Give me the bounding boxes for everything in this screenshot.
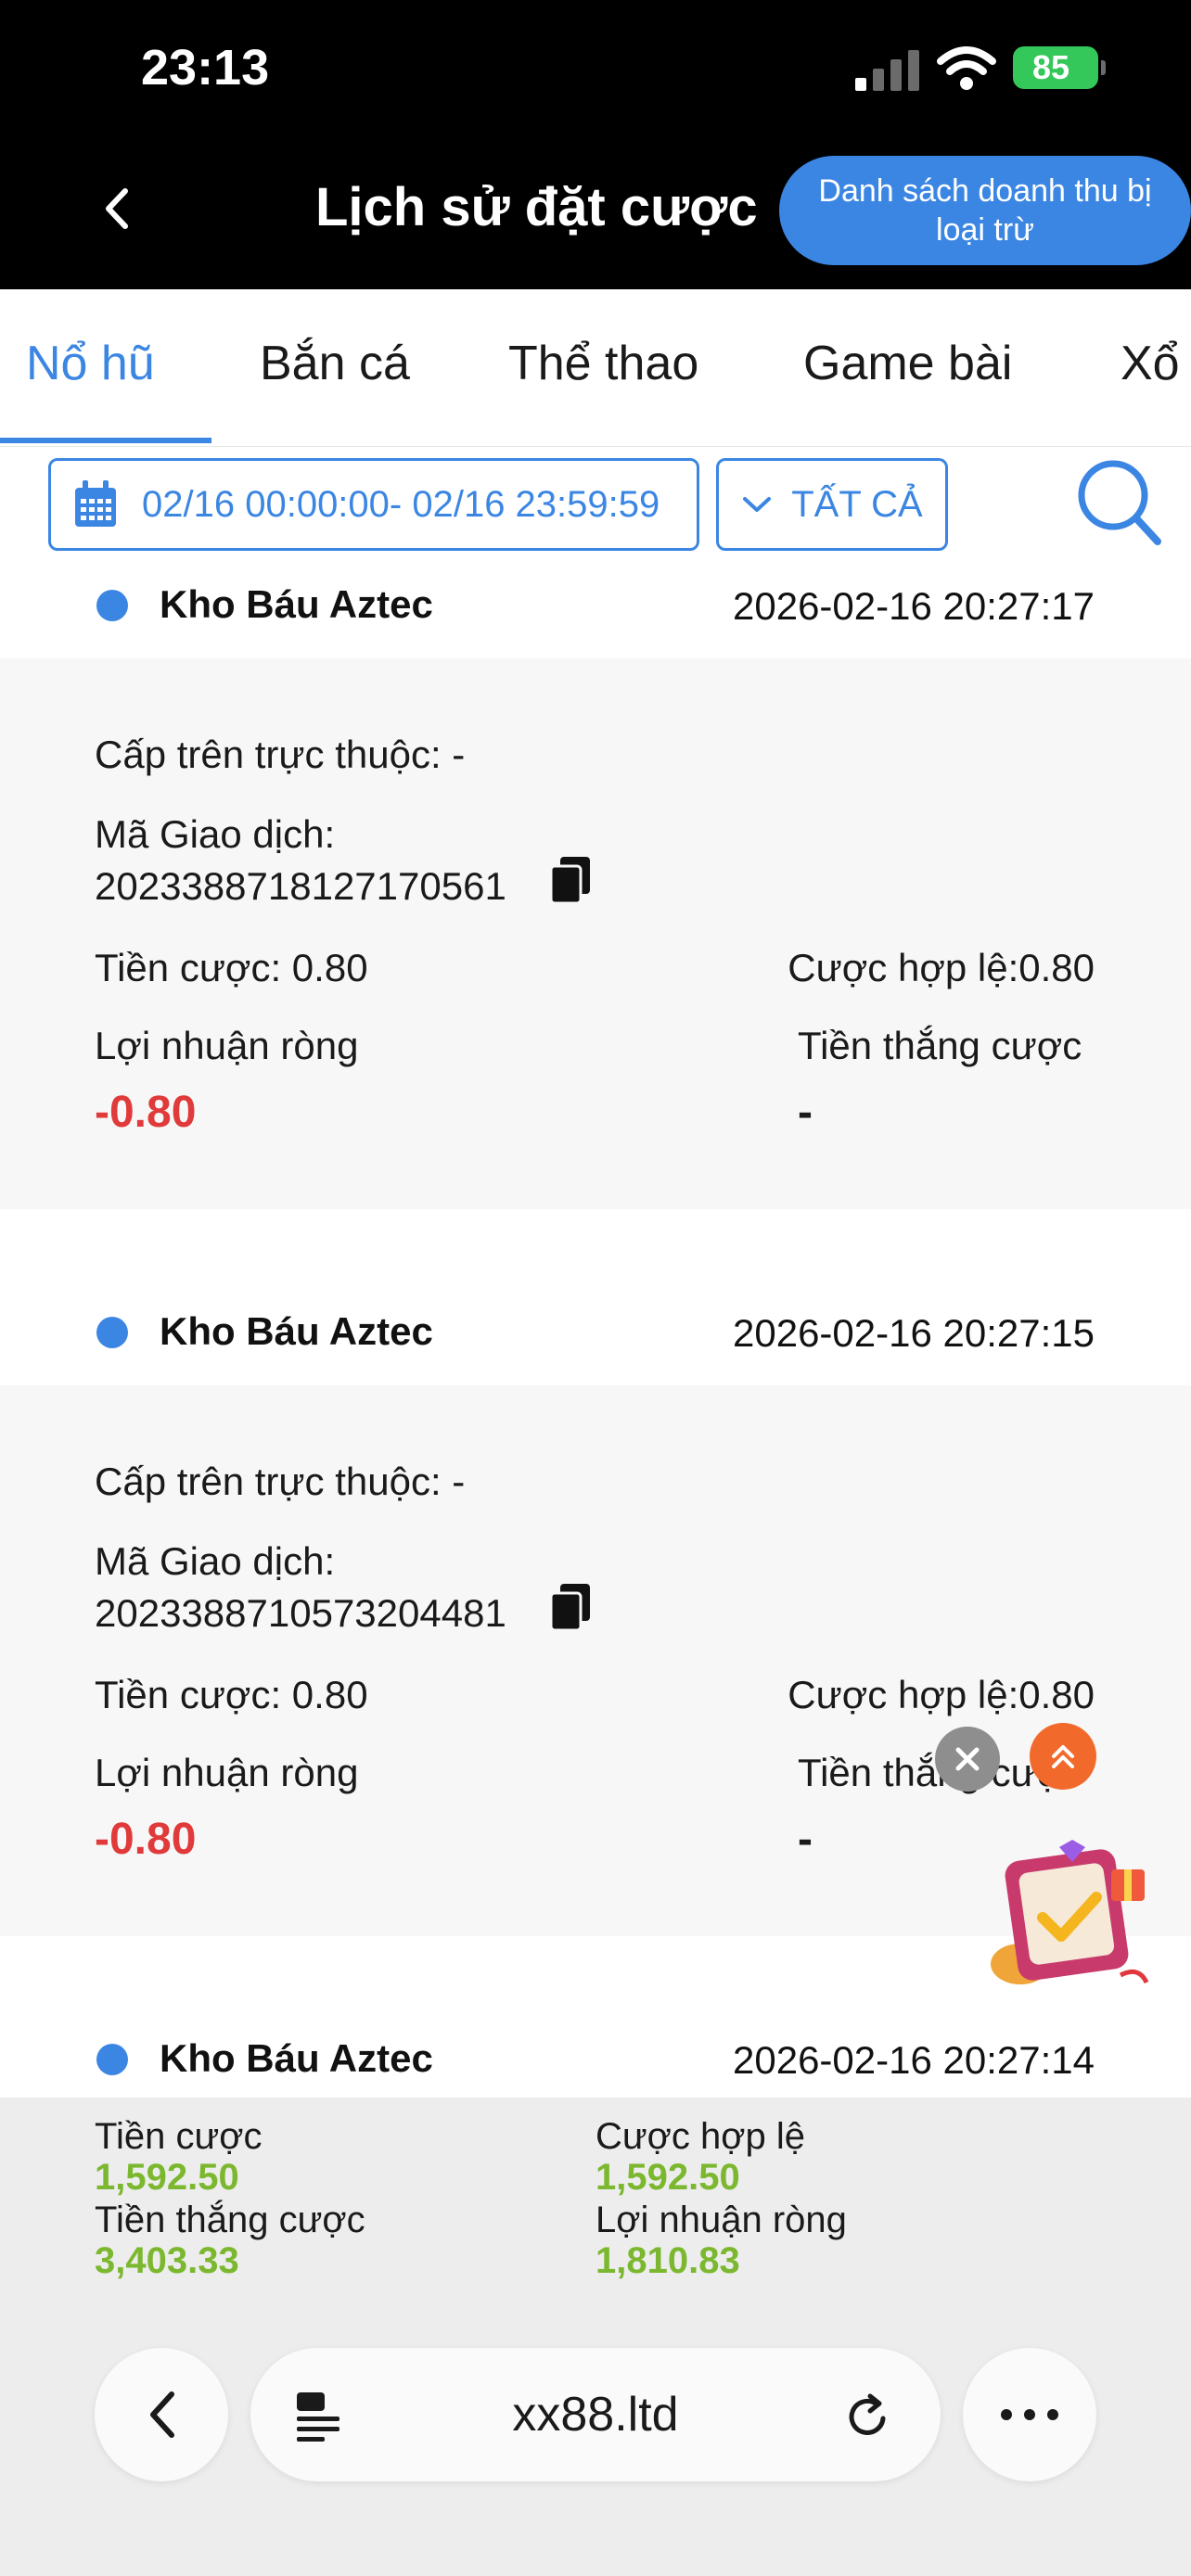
chevron-down-icon xyxy=(743,497,772,512)
search-icon[interactable] xyxy=(1074,456,1163,549)
type-filter-label: TẤT CẢ xyxy=(791,483,923,525)
txn-id: 2023388710573204481 xyxy=(95,1591,506,1635)
double-chevron-up-icon xyxy=(1052,1745,1074,1768)
total-bet-label: Tiền cược xyxy=(95,2116,263,2157)
date-range-text: 02/16 00:00:00- 02/16 23:59:59 xyxy=(142,483,660,525)
game-name: Kho Báu Aztec xyxy=(160,582,433,626)
type-filter-dropdown[interactable]: TẤT CẢ xyxy=(716,458,948,551)
game-name: Kho Báu Aztec xyxy=(160,1309,433,1353)
scroll-top-button[interactable] xyxy=(1030,1723,1096,1790)
chevron-left-icon xyxy=(150,2391,174,2438)
active-tab-indicator xyxy=(0,438,211,443)
total-win-value: 3,403.33 xyxy=(95,2240,239,2281)
tab-the-thao[interactable]: Thể thao xyxy=(508,336,698,391)
date-range-picker[interactable]: 02/16 00:00:00- 02/16 23:59:59 xyxy=(48,458,699,551)
valid-bet: Cược hợp lệ:0.80 xyxy=(788,1673,1095,1716)
net-profit-label: Lợi nhuận ròng xyxy=(95,1751,359,1794)
net-profit-value: -0.80 xyxy=(95,1815,197,1864)
list-item[interactable]: Kho Báu Aztec 2026-02-16 20:27:17 Cấp tr… xyxy=(0,569,1191,1209)
status-dot xyxy=(96,2044,128,2075)
page-title: Lịch sử đặt cược xyxy=(315,177,758,237)
tab-game-bai[interactable]: Game bài xyxy=(803,336,1012,391)
net-profit-label: Lợi nhuận ròng xyxy=(95,1024,359,1067)
reload-icon[interactable] xyxy=(844,2392,892,2441)
battery-indicator: 85 xyxy=(1013,46,1106,89)
win-amount-value: - xyxy=(798,1088,813,1137)
record-header: Kho Báu Aztec 2026-02-16 20:27:15 xyxy=(0,1278,1191,1385)
txn-id: 2023388718127170561 xyxy=(95,864,506,908)
status-time: 23:13 xyxy=(141,40,270,96)
valid-bet: Cược hợp lệ:0.80 xyxy=(788,946,1095,989)
category-tabs: Nổ hũ Bắn cá Thể thao Game bài Xổ xyxy=(0,289,1191,447)
record-time: 2026-02-16 20:27:14 xyxy=(733,2038,1095,2082)
bet-amount: Tiền cược: 0.80 xyxy=(95,1673,368,1716)
wifi-icon xyxy=(937,46,996,90)
record-time: 2026-02-16 20:27:17 xyxy=(733,584,1095,628)
upper-agent: Cấp trên trực thuộc: - xyxy=(95,1460,466,1503)
back-button[interactable] xyxy=(89,176,145,241)
calendar-icon xyxy=(75,480,116,527)
net-profit-value: -0.80 xyxy=(95,1088,197,1137)
tab-xo-so[interactable]: Xổ xyxy=(1121,336,1180,391)
total-profit-value: 1,810.83 xyxy=(596,2240,740,2281)
bet-amount: Tiền cược: 0.80 xyxy=(95,946,368,989)
browser-toolbar: xx88.ltd xyxy=(0,2302,1191,2576)
total-win-label: Tiền thắng cược xyxy=(95,2200,365,2240)
txn-label: Mã Giao dịch: xyxy=(95,1539,336,1583)
signal-icon xyxy=(855,50,919,91)
address-bar[interactable]: xx88.ltd xyxy=(250,2348,941,2481)
url-text: xx88.ltd xyxy=(512,2388,679,2442)
game-name: Kho Báu Aztec xyxy=(160,2036,433,2080)
close-promo-button[interactable] xyxy=(935,1727,1000,1792)
status-dot xyxy=(96,590,128,621)
total-valid-value: 1,592.50 xyxy=(596,2157,740,2198)
gift-promo-icon[interactable] xyxy=(981,1836,1158,1994)
filter-bar: 02/16 00:00:00- 02/16 23:59:59 TẤT CẢ xyxy=(0,447,1191,569)
totals-summary: Tiền cược 1,592.50 Cược hợp lệ 1,592.50 … xyxy=(0,2098,1191,2302)
copy-icon[interactable] xyxy=(549,855,592,905)
close-icon xyxy=(955,1747,980,1771)
total-profit-label: Lợi nhuận ròng xyxy=(596,2200,847,2240)
win-amount-label: Tiền thắng cược xyxy=(798,1024,1082,1067)
top-bar: 23:13 85 Lịch sử đặt cược Danh sách doan… xyxy=(0,0,1191,289)
list-item[interactable]: Kho Báu Aztec 2026-02-16 20:27:14 xyxy=(0,2005,1191,2098)
upper-agent: Cấp trên trực thuộc: - xyxy=(95,733,466,776)
win-amount-value: - xyxy=(798,1815,813,1864)
record-header: Kho Báu Aztec 2026-02-16 20:27:17 xyxy=(0,569,1191,658)
browser-more-button[interactable] xyxy=(963,2348,1096,2481)
copy-icon[interactable] xyxy=(549,1582,592,1632)
total-valid-label: Cược hợp lệ xyxy=(596,2116,805,2157)
total-bet-value: 1,592.50 xyxy=(95,2157,239,2198)
chevron-left-icon xyxy=(106,188,128,229)
status-dot xyxy=(96,1317,128,1348)
more-icon xyxy=(1001,2409,1058,2420)
tab-no-hu[interactable]: Nổ hũ xyxy=(26,336,155,391)
record-time: 2026-02-16 20:27:15 xyxy=(733,1311,1095,1355)
record-details: Cấp trên trực thuộc: - Mã Giao dịch: 202… xyxy=(0,658,1191,1209)
txn-label: Mã Giao dịch: xyxy=(95,812,336,856)
browser-back-button[interactable] xyxy=(95,2348,228,2481)
excluded-revenue-button[interactable]: Danh sách doanh thu bị loại trừ xyxy=(779,156,1191,265)
tab-ban-ca[interactable]: Bắn cá xyxy=(260,336,410,391)
record-header: Kho Báu Aztec 2026-02-16 20:27:14 xyxy=(0,2005,1191,2098)
